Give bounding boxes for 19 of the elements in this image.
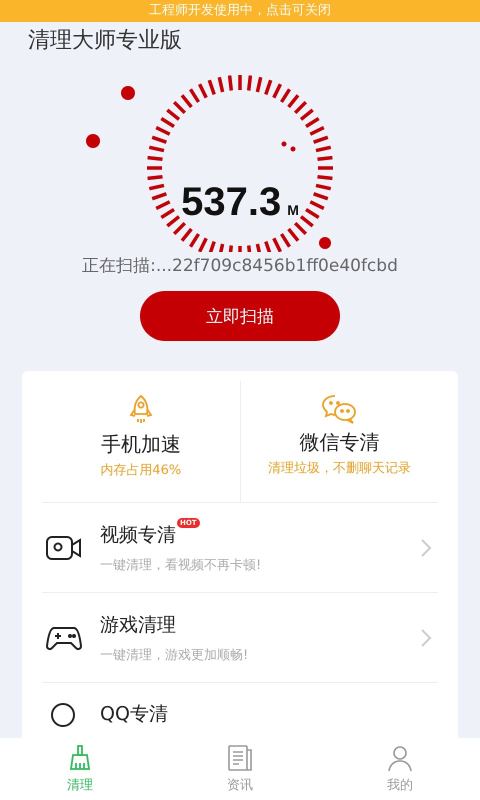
feature-title[interactable]: 微信专清	[299, 429, 380, 456]
chat-bubbles-icon	[320, 393, 358, 425]
tool-title[interactable]: QQ专清	[100, 701, 168, 727]
tool-title[interactable]: 游戏清理	[100, 612, 176, 638]
size-reading: 537.3	[181, 180, 282, 224]
scan-status: 正在扫描:...22f709c8456b1ff0e40fcbd	[82, 255, 398, 277]
tool-subtitle: 一键清理，游戏更加顺畅!	[100, 646, 248, 664]
app-title: 清理大师专业版	[28, 27, 182, 55]
tool-title[interactable]: 视频专清	[100, 522, 176, 548]
chevron-icon[interactable]	[420, 538, 432, 558]
feature-subtitle: 内存占用46%	[100, 462, 182, 479]
news-icon	[226, 744, 254, 772]
tool-subtitle: 一键清理，看视频不再卡顿!	[100, 556, 262, 574]
scan-button[interactable]: 立即扫描	[140, 291, 340, 341]
size-unit: M	[287, 202, 299, 218]
feature-title[interactable]: 手机加速	[100, 431, 181, 458]
chevron-icon[interactable]	[420, 628, 432, 648]
person-icon	[386, 744, 414, 772]
feature-subtitle: 清理垃圾，不删聊天记录	[268, 460, 411, 477]
